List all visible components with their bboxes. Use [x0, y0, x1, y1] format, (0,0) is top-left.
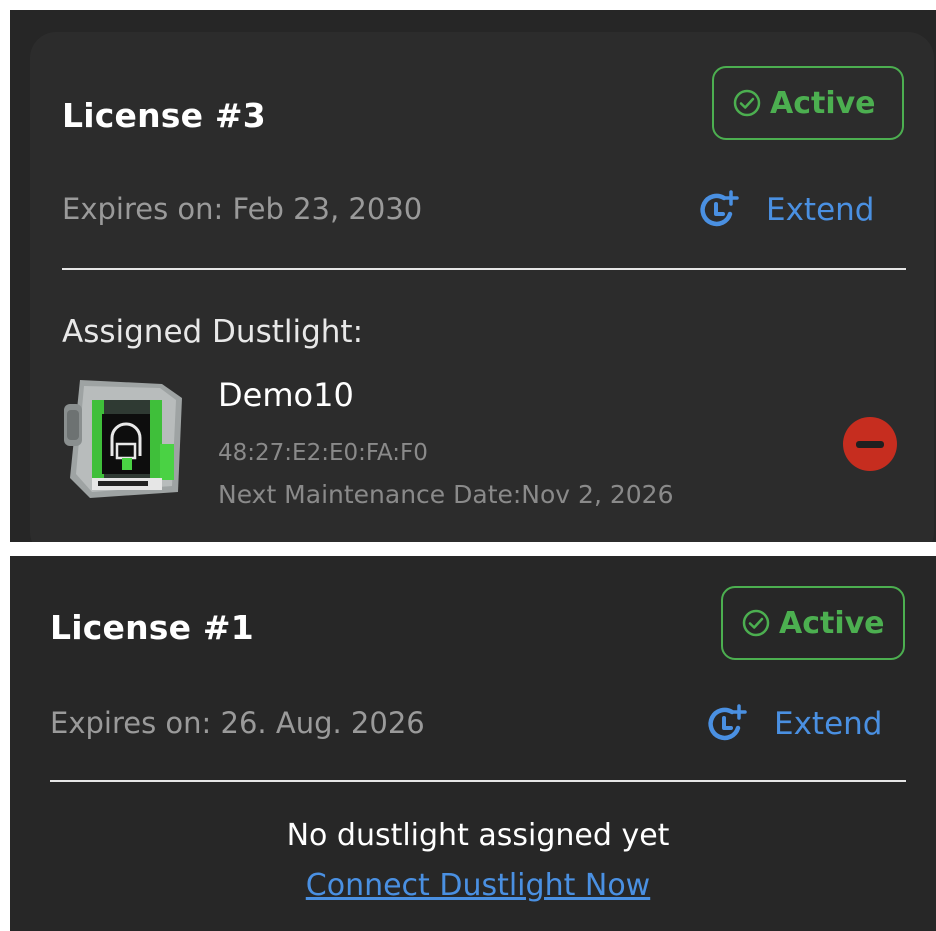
clock-plus-icon [708, 704, 747, 741]
assigned-heading: Assigned Dustlight: [62, 314, 364, 350]
extend-label: Extend [766, 192, 875, 228]
license-card-3: License #3 Active Expires on: Feb 23, 20… [30, 32, 934, 542]
license-title: License #1 [50, 608, 254, 647]
license-panel-3: License #3 Active Expires on: Feb 23, 20… [10, 10, 936, 542]
dustlight-device-image [62, 374, 186, 502]
expiry-date: Expires on: 26. Aug. 2026 [50, 706, 425, 740]
divider [50, 780, 906, 782]
clock-plus-icon [700, 190, 739, 227]
extend-button[interactable]: Extend [698, 190, 875, 230]
extend-button[interactable]: Extend [706, 704, 883, 744]
remove-device-button[interactable] [843, 417, 897, 471]
minus-icon [856, 441, 884, 448]
expiry-date: Expires on: Feb 23, 2030 [62, 192, 423, 226]
check-circle-icon [742, 609, 770, 637]
status-badge: Active [712, 66, 904, 140]
license-card-1: License #1 Active Expires on: 26. Aug. 2… [10, 556, 936, 931]
status-badge: Active [721, 586, 905, 660]
check-circle-icon [733, 89, 761, 117]
status-label: Active [770, 85, 876, 121]
divider [62, 268, 906, 270]
connect-dustlight-link[interactable]: Connect Dustlight Now [10, 868, 936, 903]
no-device-message: No dustlight assigned yet [286, 818, 670, 853]
device-mac-address: 48:27:E2:E0:FA:F0 [218, 440, 428, 466]
device-name: Demo10 [218, 376, 354, 414]
extend-label: Extend [774, 706, 883, 742]
license-panel-1: License #1 Active Expires on: 26. Aug. 2… [10, 556, 936, 931]
status-label: Active [779, 605, 885, 641]
next-maintenance-date: Next Maintenance Date:Nov 2, 2026 [218, 480, 674, 509]
license-title: License #3 [62, 96, 266, 135]
